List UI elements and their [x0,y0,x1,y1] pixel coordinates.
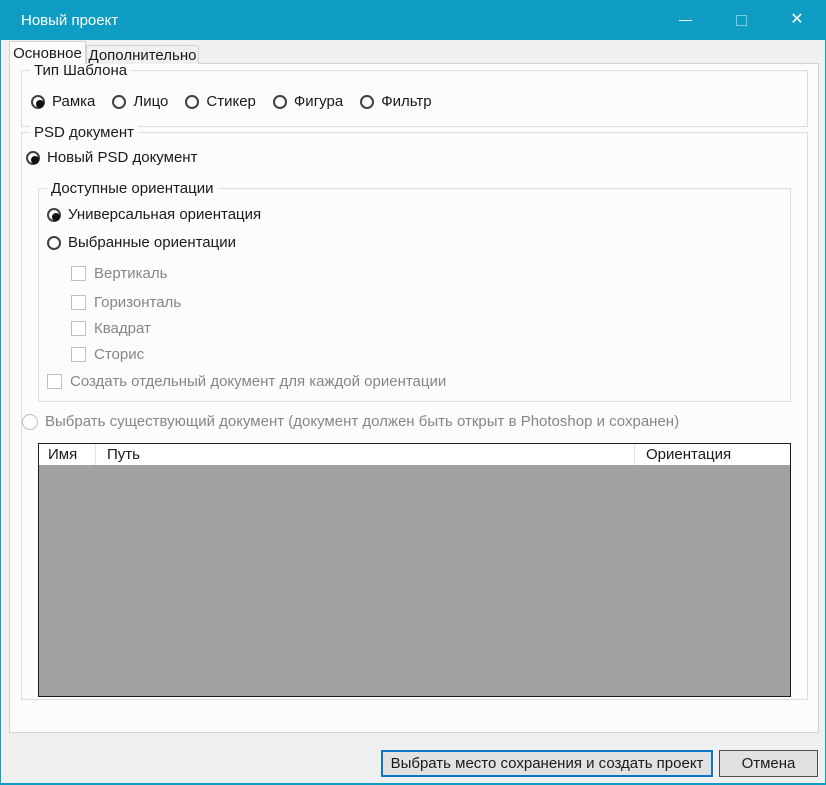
checkbox-square: Квадрат [71,320,151,337]
radio-figure[interactable]: Фигура [273,93,343,110]
checkbox-separate-document: Создать отдельный документ для каждой ор… [47,373,446,390]
close-button[interactable]: ✕ [769,0,825,40]
radio-selected-orientations-label: Выбранные ориентации [68,234,236,251]
radio-existing-document-label: Выбрать существующий документ (документ … [45,413,679,430]
template-type-options: Рамка Лицо Стикер Фигура Фильтр [31,93,432,110]
documents-table: Имя Путь Ориентация [38,443,791,697]
new-project-dialog: Новый проект ✕ Основное Дополнительно Ти… [0,0,826,785]
create-project-button-label: Выбрать место сохранения и создать проек… [391,755,704,772]
psd-document-group: PSD документ Новый PSD документ Доступны… [21,132,808,700]
checkbox-vertical-label: Вертикаль [94,265,167,282]
radio-existing-document: Выбрать существующий документ (документ … [22,413,679,430]
radio-sticker-label: Стикер [206,93,256,110]
create-project-button[interactable]: Выбрать место сохранения и создать проек… [381,750,713,777]
column-header-name[interactable]: Имя [39,444,96,465]
checkbox-separate-document-label: Создать отдельный документ для каждой ор… [70,373,446,390]
checkbox-stories-label: Сторис [94,346,144,363]
checkbox-vertical: Вертикаль [71,265,167,282]
checkbox-icon [71,295,86,310]
maximize-button [713,0,769,40]
radio-universal-orientation[interactable]: Универсальная ориентация [47,206,261,223]
window-title: Новый проект [21,12,657,29]
cancel-button[interactable]: Отмена [719,750,818,777]
checkbox-icon [47,374,62,389]
documents-table-header: Имя Путь Ориентация [39,444,790,465]
orientations-group-label: Доступные ориентации [47,179,218,198]
radio-figure-label: Фигура [294,93,343,110]
checkbox-icon [71,321,86,336]
minimize-icon [679,20,692,21]
radio-icon[interactable] [185,95,199,109]
checkbox-stories: Сторис [71,346,144,363]
minimize-button[interactable] [657,0,713,40]
radio-filter[interactable]: Фильтр [360,93,431,110]
radio-icon [22,414,38,430]
tab-main[interactable]: Основное [9,41,86,64]
radio-face[interactable]: Лицо [112,93,168,110]
radio-icon[interactable] [47,208,61,222]
radio-frame[interactable]: Рамка [31,93,95,110]
radio-face-label: Лицо [133,93,168,110]
column-header-path[interactable]: Путь [96,444,635,465]
checkbox-horizontal: Горизонталь [71,294,181,311]
title-bar: Новый проект ✕ [1,0,825,40]
radio-new-psd-document-label: Новый PSD документ [47,149,197,166]
radio-icon[interactable] [26,151,40,165]
checkbox-icon [71,347,86,362]
checkbox-horizontal-label: Горизонталь [94,294,181,311]
tab-page-main: Тип Шаблона Рамка Лицо Стикер Фигура [9,63,819,733]
tab-advanced[interactable]: Дополнительно [86,45,199,64]
radio-icon[interactable] [360,95,374,109]
radio-filter-label: Фильтр [381,93,431,110]
maximize-icon [736,15,747,26]
orientations-group: Доступные ориентации Универсальная ориен… [38,188,791,402]
radio-sticker[interactable]: Стикер [185,93,256,110]
psd-document-group-label: PSD документ [30,123,138,142]
radio-selected-orientations[interactable]: Выбранные ориентации [47,234,236,251]
checkbox-square-label: Квадрат [94,320,151,337]
radio-new-psd-document[interactable]: Новый PSD документ [26,149,197,166]
cancel-button-label: Отмена [742,755,796,772]
tab-advanced-label: Дополнительно [89,47,197,64]
tab-main-label: Основное [13,45,82,62]
caption-buttons: ✕ [657,0,825,40]
close-icon: ✕ [790,12,803,28]
radio-icon[interactable] [273,95,287,109]
column-header-orientation-label: Ориентация [646,446,731,463]
template-type-group: Тип Шаблона Рамка Лицо Стикер Фигура [21,70,808,127]
column-header-name-label: Имя [48,446,77,463]
radio-icon[interactable] [31,95,45,109]
documents-table-body [39,465,790,696]
checkbox-icon [71,266,86,281]
radio-icon[interactable] [47,236,61,250]
column-header-path-label: Путь [107,446,140,463]
radio-universal-orientation-label: Универсальная ориентация [68,206,261,223]
radio-frame-label: Рамка [52,93,95,110]
column-header-orientation[interactable]: Ориентация [635,444,790,465]
radio-icon[interactable] [112,95,126,109]
